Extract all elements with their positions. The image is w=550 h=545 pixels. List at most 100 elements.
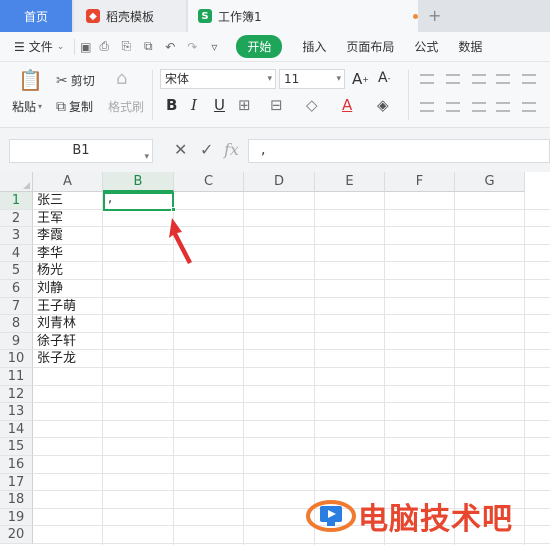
row-header-12[interactable]: 12 [0, 385, 33, 404]
justify-icon[interactable] [496, 102, 510, 112]
menu-page-layout[interactable]: 页面布局 [346, 38, 394, 55]
fill-color-icon[interactable]: ◇ [306, 96, 318, 114]
file-menu[interactable]: ☰ 文件 ⌄ [14, 38, 64, 55]
row-gridline [33, 226, 550, 228]
menu-data[interactable]: 数据 [458, 38, 482, 55]
more-icon[interactable]: ▿ [206, 39, 222, 55]
row-header-18[interactable]: 18 [0, 491, 33, 509]
align-left-icon[interactable] [420, 102, 434, 112]
underline-button[interactable]: U [214, 96, 225, 114]
tab-home-label: 首页 [23, 9, 48, 24]
row-gridline [33, 296, 550, 298]
undo-icon[interactable]: ↶ [162, 39, 178, 55]
formula-input[interactable]: , [248, 139, 550, 163]
merge-icon[interactable]: ⊟ [270, 96, 283, 114]
row-header-9[interactable]: 9 [0, 332, 33, 351]
row-header-17[interactable]: 17 [0, 473, 33, 492]
save-icon[interactable]: ▣ [74, 38, 92, 55]
row-header-11[interactable]: 11 [0, 368, 33, 386]
decrease-font-icon[interactable]: A- [378, 70, 390, 86]
column-header-a[interactable]: A [33, 172, 103, 192]
cell-a9[interactable]: 徐子轩 [35, 333, 76, 351]
row-header-14[interactable]: 14 [0, 420, 33, 439]
row-header-13[interactable]: 13 [0, 403, 33, 421]
tab-home[interactable]: 首页 [0, 0, 72, 32]
row-gridline [33, 419, 550, 421]
cell-a5[interactable]: 杨光 [35, 262, 63, 280]
row-header-2[interactable]: 2 [0, 209, 33, 228]
column-header-c[interactable]: C [174, 172, 244, 192]
select-all-corner[interactable] [0, 172, 33, 192]
align-middle-icon[interactable] [446, 74, 460, 84]
cell-a1[interactable]: 张三 [35, 192, 63, 210]
cell-a4[interactable]: 李华 [35, 245, 63, 263]
cut-button[interactable]: ✂ 剪切 [56, 72, 95, 89]
font-color-button[interactable]: A [342, 96, 352, 114]
menu-insert[interactable]: 插入 [302, 38, 326, 55]
row-gridline [33, 279, 550, 280]
bold-button[interactable]: B [166, 96, 177, 114]
fill-handle[interactable] [171, 207, 176, 212]
tab-template[interactable]: ◆ 稻壳模板 [74, 0, 186, 32]
column-header-g[interactable]: G [455, 172, 525, 192]
menu-start[interactable]: 开始 [236, 35, 283, 58]
align-center-icon[interactable] [446, 102, 460, 112]
format-painter-icon[interactable]: ⌂ [116, 68, 127, 89]
name-box[interactable]: B1 ▾ [9, 139, 153, 163]
row-header-6[interactable]: 6 [0, 280, 33, 298]
print-icon[interactable]: ⎘ [118, 39, 134, 55]
row-header-4[interactable]: 4 [0, 244, 33, 263]
row-header-3[interactable]: 3 [0, 227, 33, 245]
wrap-icon[interactable] [522, 74, 536, 84]
cell-a8[interactable]: 刘青林 [35, 315, 76, 333]
cell-a2[interactable]: 王军 [35, 210, 63, 228]
row-header-8[interactable]: 8 [0, 315, 33, 333]
cancel-icon[interactable]: ✕ [174, 140, 187, 159]
row-gridline [33, 543, 550, 544]
cell-a7[interactable]: 王子萌 [35, 298, 76, 316]
distribute-icon[interactable] [522, 102, 536, 112]
tab-workbook[interactable]: S 工作簿1 [188, 0, 418, 32]
format-painter-button[interactable]: 格式刷 [108, 98, 144, 115]
copy-label: 复制 [69, 100, 94, 114]
docer-logo-icon: ◆ [86, 9, 100, 23]
cell-a3[interactable]: 李霞 [35, 227, 63, 245]
new-tab-icon[interactable]: + [428, 6, 441, 25]
align-top-icon[interactable] [420, 74, 434, 84]
cell-a6[interactable]: 刘静 [35, 280, 63, 298]
column-header-b[interactable]: B [103, 172, 174, 192]
orientation-icon[interactable] [496, 74, 510, 84]
column-header-f[interactable]: F [385, 172, 455, 192]
font-size-select[interactable]: 11 ▾ [279, 69, 345, 89]
align-right-icon[interactable] [472, 102, 486, 112]
font-name-select[interactable]: 宋体 ▾ [160, 69, 276, 89]
row-header-15[interactable]: 15 [0, 438, 33, 456]
menu-formula[interactable]: 公式 [414, 38, 438, 55]
confirm-icon[interactable]: ✓ [200, 140, 213, 159]
increase-font-icon[interactable]: A + [352, 70, 369, 88]
row-header-16[interactable]: 16 [0, 456, 33, 474]
active-cell-b1[interactable] [103, 192, 174, 211]
cell-a10[interactable]: 张子龙 [35, 350, 76, 368]
paste-button[interactable]: 粘贴 ▾ [12, 98, 42, 115]
row-gridline [33, 490, 550, 492]
redo-icon[interactable]: ↷ [184, 39, 200, 55]
italic-button[interactable]: I [191, 96, 197, 114]
fx-icon[interactable]: fx [224, 140, 239, 159]
row-header-5[interactable]: 5 [0, 262, 33, 280]
print-preview-icon[interactable]: ⎙ [96, 39, 112, 55]
row-header-1[interactable]: 1 [0, 192, 33, 210]
column-header-d[interactable]: D [244, 172, 315, 192]
copy-button[interactable]: ⧉ 复制 [56, 98, 93, 115]
row-header-7[interactable]: 7 [0, 297, 33, 316]
border-icon[interactable]: ⊞ [238, 96, 251, 114]
align-bottom-icon[interactable] [472, 74, 486, 84]
row-header-19[interactable]: 19 [0, 508, 33, 527]
row-header-10[interactable]: 10 [0, 350, 33, 368]
row-header-20[interactable]: 20 [0, 526, 33, 544]
format-painter-label: 格式刷 [108, 100, 145, 114]
column-header-e[interactable]: E [315, 172, 385, 192]
paste-icon[interactable]: 📋 [18, 68, 43, 92]
export-icon[interactable]: ⧉ [140, 39, 156, 55]
clear-format-icon[interactable]: ◈ [377, 96, 389, 114]
